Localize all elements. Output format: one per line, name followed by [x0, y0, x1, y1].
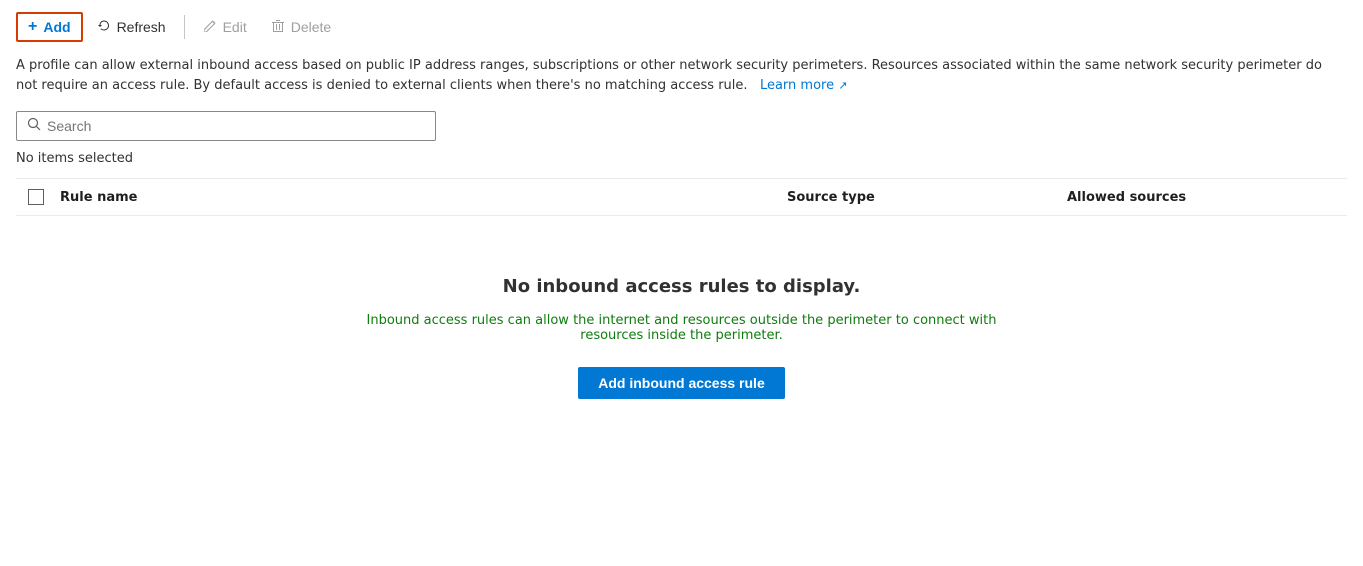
table-header-row: Rule name Source type Allowed sources: [16, 179, 1347, 216]
edit-label: Edit: [223, 19, 247, 35]
header-checkbox-col[interactable]: [16, 189, 56, 205]
delete-label: Delete: [291, 19, 331, 35]
refresh-button[interactable]: Refresh: [87, 13, 176, 42]
add-inbound-rule-button[interactable]: Add inbound access rule: [578, 367, 784, 399]
add-inbound-rule-label: Add inbound access rule: [598, 375, 764, 391]
learn-more-label: Learn more: [760, 78, 834, 93]
no-items-status: No items selected: [16, 151, 1347, 166]
allowed-sources-header: Allowed sources: [1067, 190, 1347, 205]
plus-icon: +: [28, 18, 37, 36]
edit-button[interactable]: Edit: [193, 13, 257, 42]
rule-name-header: Rule name: [56, 190, 787, 205]
select-all-checkbox[interactable]: [28, 189, 44, 205]
delete-button[interactable]: Delete: [261, 13, 341, 42]
description-text: A profile can allow external inbound acc…: [16, 56, 1346, 95]
toolbar-divider: [184, 15, 185, 39]
search-icon: [27, 117, 41, 135]
edit-icon: [203, 19, 217, 36]
add-button[interactable]: + Add: [16, 12, 83, 42]
description-content: A profile can allow external inbound acc…: [16, 58, 1322, 93]
empty-state-description: Inbound access rules can allow the inter…: [342, 313, 1022, 343]
refresh-icon: [97, 19, 111, 36]
external-link-icon: ↗: [838, 79, 847, 92]
source-type-header: Source type: [787, 190, 1067, 205]
delete-icon: [271, 19, 285, 36]
refresh-label: Refresh: [117, 19, 166, 35]
empty-state: No inbound access rules to display. Inbo…: [16, 216, 1347, 439]
search-box: [16, 111, 436, 141]
rules-table: Rule name Source type Allowed sources No…: [16, 178, 1347, 439]
learn-more-link[interactable]: Learn more ↗: [756, 78, 848, 93]
empty-state-description-text: Inbound access rules can allow the inter…: [367, 313, 997, 343]
toolbar: + Add Refresh Edit Delete: [16, 12, 1347, 42]
empty-state-title: No inbound access rules to display.: [503, 276, 861, 297]
search-input[interactable]: [47, 118, 425, 134]
add-label: Add: [43, 19, 70, 35]
